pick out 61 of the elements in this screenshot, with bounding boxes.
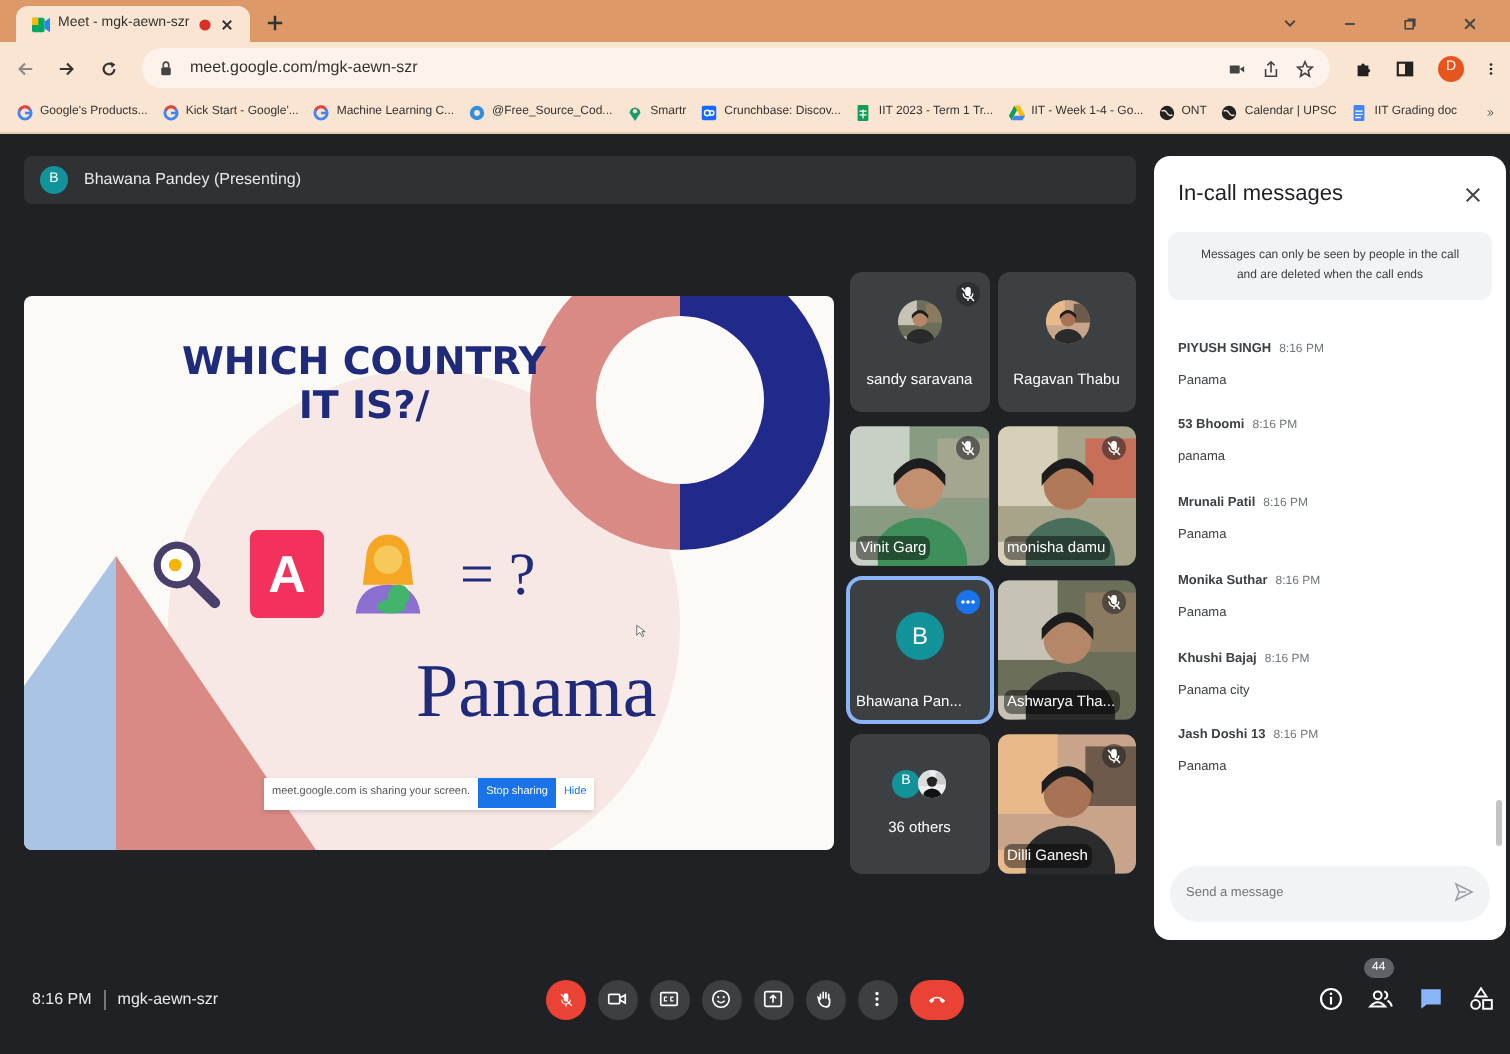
camera-icon	[606, 988, 628, 1010]
document-icon	[1350, 104, 1369, 122]
avatar: B	[896, 611, 944, 659]
smiley-button[interactable]	[701, 979, 741, 1019]
present-icon	[762, 988, 784, 1010]
more-options-icon[interactable]	[955, 589, 979, 613]
side-panel-icon[interactable]	[1396, 59, 1414, 77]
mic-button[interactable]	[545, 979, 585, 1019]
triangle-logo-icon	[1007, 104, 1026, 122]
answer-text: Panama	[416, 647, 657, 735]
equation-text: = ?	[460, 539, 536, 611]
new-tab-icon[interactable]	[266, 14, 284, 32]
close-icon[interactable]	[220, 17, 234, 31]
meet-icon	[32, 15, 50, 33]
map-pin-icon	[626, 104, 645, 122]
info-icon[interactable]	[1317, 986, 1343, 1012]
share-icon[interactable]	[1262, 59, 1280, 77]
meeting-code: mgk-aewn-szr	[117, 987, 219, 1011]
hand-button[interactable]	[805, 979, 845, 1019]
presenter-name: Bhawana Pandey (Presenting)	[84, 168, 302, 192]
smiley-icon	[710, 988, 732, 1010]
site-icon	[700, 104, 719, 122]
shapes-icon[interactable]	[1467, 986, 1493, 1012]
camera-button[interactable]	[597, 979, 637, 1019]
address-bar[interactable]: meet.google.com/mgk-aewn-szr	[142, 48, 1330, 88]
scrollbar-thumb[interactable]	[1496, 800, 1502, 846]
people-icon[interactable]	[1367, 986, 1393, 1012]
chat-icon[interactable]	[1417, 986, 1443, 1012]
end-call-button[interactable]	[909, 979, 963, 1019]
close-icon[interactable]	[1464, 185, 1482, 204]
person-with-baby-icon	[352, 534, 424, 614]
globe-icon	[1157, 104, 1176, 122]
captions-button[interactable]	[649, 979, 689, 1019]
letter-tile: A	[250, 530, 324, 618]
reload-icon[interactable]	[100, 59, 118, 77]
cursor-icon	[634, 623, 648, 637]
restore-icon[interactable]	[1402, 16, 1418, 32]
panel-title: In-call messages	[1178, 180, 1344, 210]
more-icon[interactable]	[1488, 59, 1494, 77]
back-icon[interactable]	[16, 59, 34, 77]
forward-icon[interactable]	[58, 59, 76, 77]
google-logo-icon	[161, 104, 180, 122]
captions-icon	[658, 988, 680, 1010]
google-logo-icon	[312, 104, 331, 122]
globe-icon	[1220, 104, 1239, 122]
camera-icon[interactable]	[1228, 59, 1246, 77]
url-text: meet.google.com/mgk-aewn-szr	[190, 56, 420, 80]
chevron-right-icon[interactable]	[1485, 106, 1494, 120]
star-icon[interactable]	[1296, 59, 1314, 77]
document-icon	[854, 104, 873, 122]
clock-time: 8:16 PM	[32, 987, 92, 1011]
site-icon	[468, 104, 487, 122]
mic-off-icon	[555, 989, 575, 1009]
hand-icon	[814, 988, 836, 1010]
extensions-icon[interactable]	[1354, 59, 1372, 77]
more-button[interactable]	[857, 979, 897, 1019]
google-logo-icon	[16, 104, 34, 122]
chevron-down-icon[interactable]	[1282, 16, 1298, 32]
lock-icon	[158, 60, 174, 76]
present-button[interactable]	[753, 979, 793, 1019]
slide-title: WHICH COUNTRY IT IS?/	[179, 339, 549, 427]
